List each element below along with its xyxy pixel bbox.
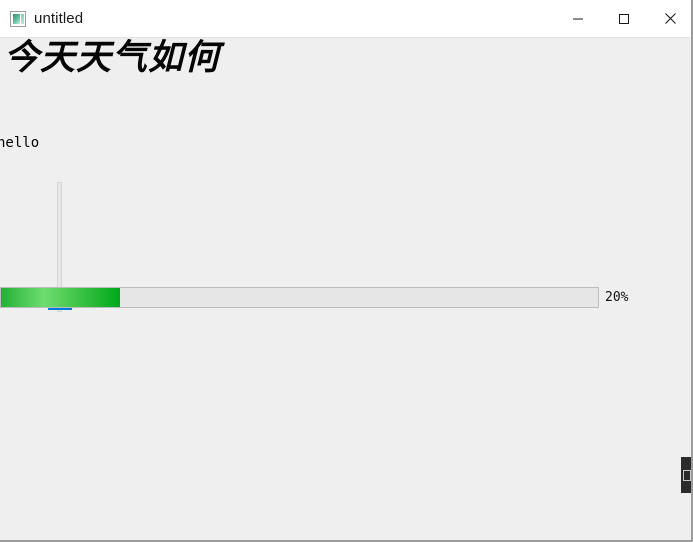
app-icon-green-block	[13, 13, 20, 24]
app-icon-green-bar	[21, 13, 24, 24]
progress-row: 20%	[0, 287, 660, 309]
close-button[interactable]	[647, 0, 691, 38]
maximize-button[interactable]	[601, 0, 647, 38]
close-icon	[664, 13, 676, 24]
minimize-icon	[573, 18, 583, 19]
headline-text: 今天天气如何	[4, 38, 221, 78]
application-window: untitled 今天天气如何 hello 20%	[0, 0, 693, 542]
hello-text: hello	[0, 135, 40, 151]
window-controls	[555, 0, 691, 38]
title-bar[interactable]: untitled	[0, 0, 691, 38]
minimize-button[interactable]	[555, 0, 601, 38]
progress-fill	[1, 288, 121, 307]
background-edge-artifact	[681, 457, 691, 493]
progress-bar	[0, 287, 599, 308]
maximize-icon	[619, 13, 629, 24]
client-area: 今天天气如何 hello 20%	[0, 38, 691, 540]
app-window-icon	[10, 10, 26, 27]
progress-percent-label: 20%	[605, 290, 629, 305]
background-edge-notch	[683, 470, 691, 481]
window-title: untitled	[34, 9, 84, 27]
